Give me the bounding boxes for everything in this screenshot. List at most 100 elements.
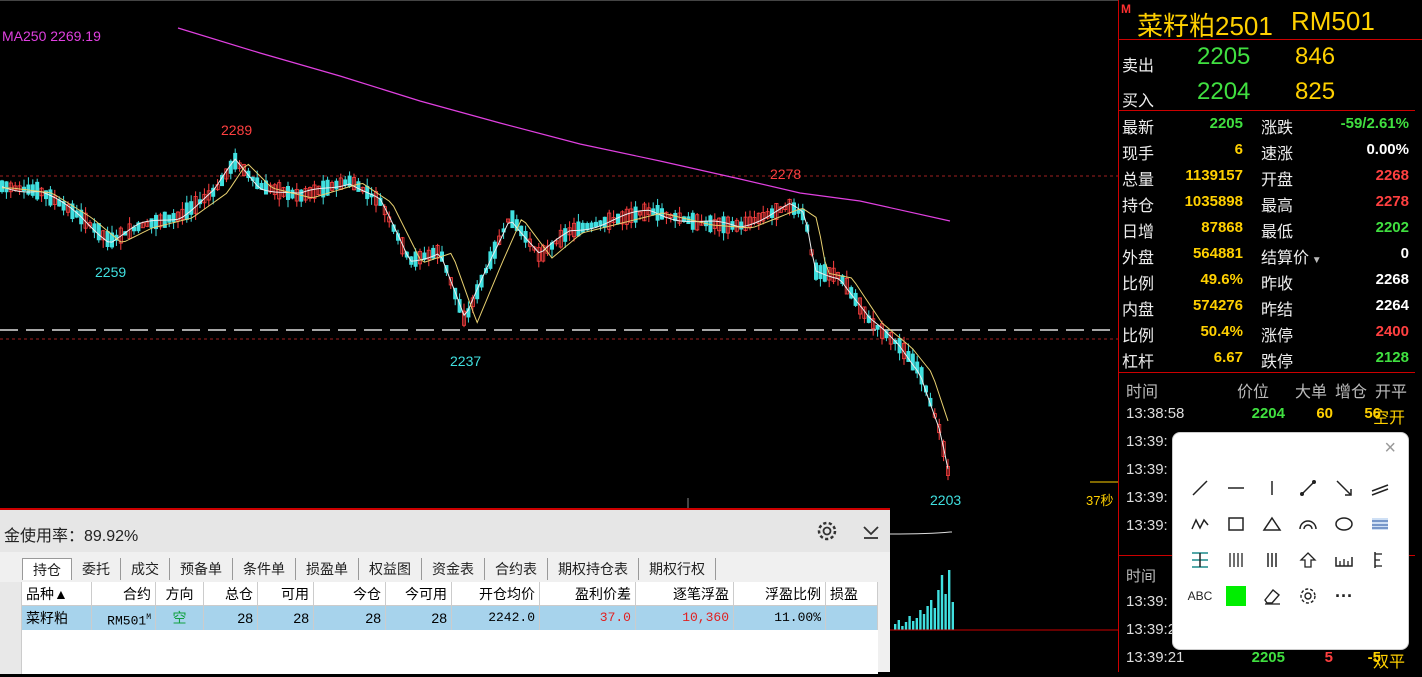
vertical-line-tool-icon[interactable]: [1257, 473, 1287, 503]
indicator-line: [889, 531, 952, 535]
col-header[interactable]: 逐笔浮盈: [636, 582, 734, 606]
quote-value: 2202: [1375, 219, 1409, 236]
col-header[interactable]: 盈利价差: [540, 582, 636, 606]
low-price-label: 2237: [450, 353, 482, 369]
ask-row[interactable]: 卖出 2205 846: [1119, 40, 1422, 75]
candle-body: [576, 221, 581, 237]
close-icon[interactable]: ×: [1384, 437, 1396, 460]
col-header[interactable]: 今仓: [314, 582, 386, 606]
kline-chart[interactable]: MA250 2269.19 2289 2259 2237 2278 2203 3…: [0, 0, 1118, 509]
col-header[interactable]: 总仓: [204, 582, 258, 606]
cell-direction: 空: [156, 606, 204, 630]
main-contract-badge: M: [1121, 2, 1131, 16]
candle-body: [413, 251, 418, 267]
ask-price[interactable]: 2205: [1197, 43, 1250, 71]
quote-label: 内盘: [1122, 302, 1155, 319]
extended-line-tool-icon[interactable]: [1293, 473, 1323, 503]
golden-ratio-tool-icon[interactable]: [1185, 545, 1215, 575]
triangle-tool-icon[interactable]: [1257, 509, 1287, 539]
eraser-tool-icon[interactable]: [1257, 581, 1287, 611]
col-header[interactable]: 开仓均价: [452, 582, 540, 606]
quote-value: 2400: [1375, 323, 1409, 340]
bid-row[interactable]: 买入 2204 825: [1119, 75, 1422, 110]
position-tabs: 持仓 委托 成交 预备单 条件单 损盈单 权益图 资金表 合约表 期权持仓表 期…: [22, 558, 716, 580]
polyline-tool-icon[interactable]: [1185, 509, 1215, 539]
col-header[interactable]: 方向: [156, 582, 204, 606]
col-header[interactable]: 今可用: [386, 582, 452, 606]
col-header[interactable]: 损盈: [826, 582, 878, 606]
text-tool[interactable]: ABC: [1183, 581, 1217, 611]
color-picker-swatch[interactable]: [1221, 581, 1251, 611]
quote-value: 50.4%: [1200, 323, 1243, 340]
tab-option-exercise[interactable]: 期权行权: [639, 558, 716, 580]
tab-trades[interactable]: 成交: [121, 558, 170, 580]
time-cycle-tool-icon[interactable]: [1221, 545, 1251, 575]
volume-bar: [922, 614, 926, 630]
col-big-header: 大单: [1295, 384, 1328, 401]
collapse-chevron-icon[interactable]: [860, 520, 882, 542]
price-scale-tool-icon[interactable]: [1365, 545, 1395, 575]
tab-conditional-orders[interactable]: 条件单: [233, 558, 296, 580]
quote-label: 比例: [1122, 328, 1155, 345]
col-header[interactable]: 可用: [258, 582, 314, 606]
tab-positions[interactable]: 持仓: [22, 558, 72, 580]
settle-price-dropdown[interactable]: 结算价 ▼: [1261, 244, 1322, 268]
quote-value: 2205: [1209, 115, 1243, 132]
quote-row: 比例 49.6% 昨收 2268: [1119, 267, 1415, 293]
table-row[interactable]: 菜籽粕 RM501M 空 28 28 28 28 2242.0 37.0 10,…: [22, 606, 878, 630]
tab-orders[interactable]: 委托: [72, 558, 121, 580]
tab-stop-orders[interactable]: 损盈单: [296, 558, 359, 580]
tick-time: 13:39:: [1126, 517, 1168, 534]
col-header[interactable]: 品种▲: [22, 582, 92, 606]
gann-lines-tool-icon[interactable]: [1257, 545, 1287, 575]
ellipse-tool-icon[interactable]: [1329, 509, 1359, 539]
quote-value: 2268: [1375, 167, 1409, 184]
measure-tool-icon[interactable]: [1329, 545, 1359, 575]
positions-table: 品种▲ 合约 方向 总仓 可用 今仓 今可用 开仓均价 盈利价差 逐笔浮盈 浮盈…: [22, 582, 878, 674]
quote-value: 0: [1400, 245, 1409, 262]
volume-bar: [940, 575, 944, 630]
candle-body: [184, 202, 189, 220]
col-header[interactable]: 合约: [92, 582, 156, 606]
tab-equity-chart[interactable]: 权益图: [359, 558, 422, 580]
col-header[interactable]: 浮盈比例: [734, 582, 826, 606]
volume-subchart[interactable]: [889, 510, 1118, 672]
parallel-lines-tool-icon[interactable]: [1365, 473, 1395, 503]
ma-fast-line: [1, 158, 949, 470]
horizontal-line-tool-icon[interactable]: [1221, 473, 1251, 503]
ma250-label: MA250 2269.19: [2, 28, 101, 44]
candle-body: [721, 216, 726, 234]
quote-label: 外盘: [1122, 250, 1155, 267]
line-segment-tool-icon[interactable]: [1185, 473, 1215, 503]
tab-preorders[interactable]: 预备单: [170, 558, 233, 580]
candle-body: [0, 180, 4, 193]
volume-bar: [919, 610, 922, 630]
tab-contracts[interactable]: 合约表: [485, 558, 548, 580]
quote-label: 昨收: [1261, 276, 1294, 293]
cell-avg-price: 2242.0: [452, 606, 540, 630]
kline-canvas[interactable]: [0, 1, 1118, 509]
tick-open: 双平: [1373, 654, 1406, 671]
arc-tool-icon[interactable]: [1293, 509, 1323, 539]
tab-option-positions[interactable]: 期权持仓表: [548, 558, 639, 580]
fibonacci-tool-icon[interactable]: [1365, 509, 1395, 539]
more-tools-icon[interactable]: ···: [1329, 581, 1359, 611]
quote-label: 比例: [1122, 276, 1155, 293]
contract-sup: M: [146, 613, 151, 622]
candle-body: [589, 222, 594, 229]
quote-value: -59/2.61%: [1340, 115, 1409, 132]
quote-label: 涨跌: [1261, 120, 1294, 137]
tab-funds[interactable]: 资金表: [422, 558, 485, 580]
quote-label: 现手: [1122, 146, 1155, 163]
bid-price[interactable]: 2204: [1197, 78, 1250, 106]
ray-tool-icon[interactable]: [1329, 473, 1359, 503]
cell-stop: [826, 606, 878, 630]
gear-icon[interactable]: [816, 520, 838, 542]
cell-price-diff: 37.0: [540, 606, 636, 630]
tick-time: 13:39:: [1126, 593, 1168, 610]
rectangle-tool-icon[interactable]: [1221, 509, 1251, 539]
up-arrow-tool-icon[interactable]: [1293, 545, 1323, 575]
margin-usage-text: 金使用率：89.92%: [4, 528, 139, 545]
contract-title-row: M 菜籽粕2501 RM501: [1119, 0, 1422, 41]
settings-gear-icon[interactable]: [1293, 581, 1323, 611]
